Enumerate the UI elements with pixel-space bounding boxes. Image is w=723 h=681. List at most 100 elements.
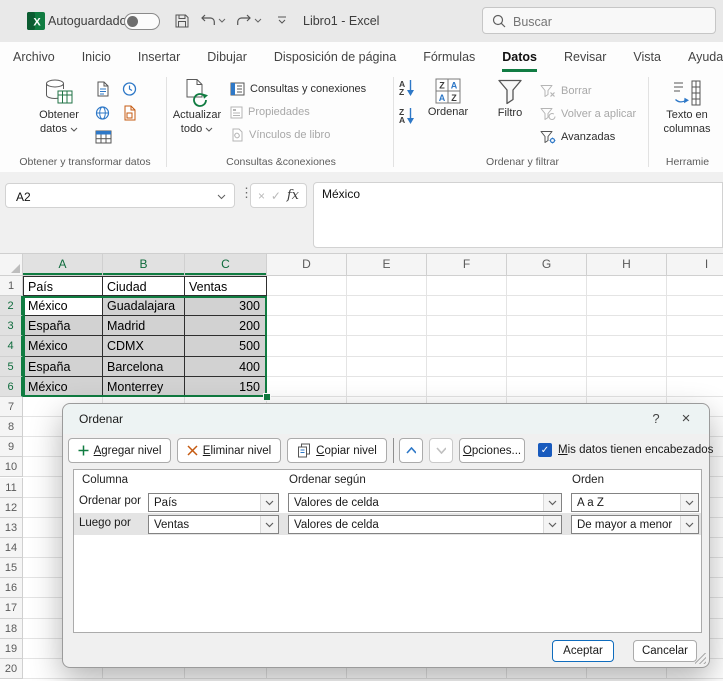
column-header-B[interactable]: B	[103, 254, 185, 276]
name-box-chevron-icon[interactable]	[217, 194, 226, 200]
dialog-help-icon[interactable]: ?	[641, 404, 671, 434]
sort-level-row-1[interactable]: Ordenar por País Valores de celda A a Z	[74, 491, 701, 513]
cell-A4[interactable]: México	[23, 336, 103, 357]
column-header-G[interactable]: G	[507, 254, 587, 276]
cell-H6[interactable]	[587, 376, 667, 397]
row-header-2[interactable]: 2	[0, 296, 23, 317]
cell-H1[interactable]	[587, 276, 667, 297]
tab-disposicion[interactable]: Disposición de página	[274, 42, 396, 72]
advanced-filter-button[interactable]: Avanzadas	[540, 128, 615, 146]
tab-ayuda[interactable]: Ayuda	[688, 42, 723, 72]
cell-D5[interactable]	[267, 356, 347, 377]
combo-chevron[interactable]	[680, 494, 698, 511]
cell-D3[interactable]	[267, 316, 347, 337]
name-box-input[interactable]	[14, 186, 203, 207]
redo-icon[interactable]	[236, 13, 252, 28]
cell-B4[interactable]: CDMX	[103, 336, 185, 357]
cell-G3[interactable]	[507, 316, 587, 337]
row-header-5[interactable]: 5	[0, 356, 23, 377]
cell-A3[interactable]: España	[23, 316, 103, 337]
level2-sort-on-select[interactable]: Valores de celda	[288, 515, 562, 534]
options-button[interactable]: Opciones...	[459, 438, 525, 463]
cell-G4[interactable]	[507, 336, 587, 357]
redo-dropdown-icon[interactable]	[254, 18, 262, 24]
combo-chevron[interactable]	[543, 494, 561, 511]
cell-H5[interactable]	[587, 356, 667, 377]
cell-C2[interactable]: 300	[185, 296, 267, 317]
text-to-columns-button[interactable]: Texto en columnas	[654, 78, 720, 136]
cell-B2[interactable]: Guadalajara	[103, 296, 185, 317]
row-header-16[interactable]: 16	[0, 578, 23, 599]
row-header-13[interactable]: 13	[0, 517, 23, 538]
cell-A5[interactable]: España	[23, 356, 103, 377]
dialog-close-icon[interactable]: ×	[671, 404, 701, 434]
cell-H3[interactable]	[587, 316, 667, 337]
tab-insertar[interactable]: Insertar	[138, 42, 180, 72]
cell-B5[interactable]: Barcelona	[103, 356, 185, 377]
cell-A1[interactable]: País	[23, 276, 103, 297]
cell-F1[interactable]	[427, 276, 507, 297]
cell-C6[interactable]: 150	[185, 376, 267, 397]
cell-E4[interactable]	[347, 336, 427, 357]
cell-D1[interactable]	[267, 276, 347, 297]
cell-H2[interactable]	[587, 296, 667, 317]
undo-dropdown-icon[interactable]	[218, 18, 226, 24]
row-header-14[interactable]: 14	[0, 537, 23, 559]
cell-H4[interactable]	[587, 336, 667, 357]
queries-connections-button[interactable]: Consultas y conexiones	[230, 80, 366, 98]
recent-sources-clock-icon[interactable]	[122, 81, 137, 97]
cell-F2[interactable]	[427, 296, 507, 317]
cell-C1[interactable]: Ventas	[185, 276, 267, 297]
cell-D2[interactable]	[267, 296, 347, 317]
row-header-18[interactable]: 18	[0, 618, 23, 639]
sort-ascending-icon[interactable]: AZ	[399, 79, 415, 97]
clear-filter-button[interactable]: Borrar	[540, 82, 592, 100]
sort-dialog-titlebar[interactable]: Ordenar ? ×	[63, 404, 709, 434]
tab-vista[interactable]: Vista	[633, 42, 661, 72]
headers-checkbox[interactable]: ✓	[538, 443, 552, 457]
row-header-20[interactable]: 20	[0, 658, 23, 679]
filter-button[interactable]: Filtro	[488, 78, 532, 120]
cell-G2[interactable]	[507, 296, 587, 317]
column-header-D[interactable]: D	[267, 254, 347, 276]
row-header-12[interactable]: 12	[0, 497, 23, 518]
from-text-file-icon[interactable]	[95, 81, 110, 97]
column-header-E[interactable]: E	[347, 254, 427, 276]
copy-level-button[interactable]: Copiar nivel	[287, 438, 387, 463]
tab-archivo[interactable]: Archivo	[13, 42, 55, 72]
undo-icon[interactable]	[200, 13, 216, 28]
tab-datos[interactable]: Datos	[502, 42, 537, 72]
select-all-corner[interactable]	[0, 254, 23, 276]
row-header-17[interactable]: 17	[0, 598, 23, 619]
delete-level-button[interactable]: Eliminar nivel	[177, 438, 281, 463]
search-input[interactable]	[511, 9, 710, 34]
cell-B1[interactable]: Ciudad	[103, 276, 185, 297]
cell-F6[interactable]	[427, 376, 507, 397]
cell-I1[interactable]	[667, 276, 723, 297]
get-data-button[interactable]: Obtener datos	[26, 78, 92, 136]
reapply-filter-button[interactable]: Volver a aplicar	[540, 105, 636, 123]
level2-column-select[interactable]: Ventas	[148, 515, 279, 534]
row-header-4[interactable]: 4	[0, 336, 23, 357]
cell-B6[interactable]: Monterrey	[103, 376, 185, 397]
tab-inicio[interactable]: Inicio	[82, 42, 111, 72]
row-header-1[interactable]: 1	[0, 276, 23, 297]
cell-E5[interactable]	[347, 356, 427, 377]
row-header-19[interactable]: 19	[0, 638, 23, 659]
row-header-10[interactable]: 10	[0, 457, 23, 478]
from-table-range-icon[interactable]	[95, 130, 112, 145]
cell-E3[interactable]	[347, 316, 427, 337]
combo-chevron[interactable]	[260, 516, 278, 533]
column-header-I[interactable]: I	[667, 254, 723, 276]
sort-button[interactable]: Z A A Z Ordenar	[422, 78, 474, 119]
cell-D4[interactable]	[267, 336, 347, 357]
row-header-3[interactable]: 3	[0, 316, 23, 337]
level2-order-select[interactable]: De mayor a menor	[571, 515, 699, 534]
column-header-H[interactable]: H	[587, 254, 667, 276]
cancel-button[interactable]: Cancelar	[633, 640, 697, 662]
quick-access-more-icon[interactable]	[276, 15, 288, 26]
cancel-entry-icon[interactable]: ×	[258, 189, 265, 203]
row-header-9[interactable]: 9	[0, 437, 23, 458]
row-header-11[interactable]: 11	[0, 477, 23, 498]
cell-F3[interactable]	[427, 316, 507, 337]
